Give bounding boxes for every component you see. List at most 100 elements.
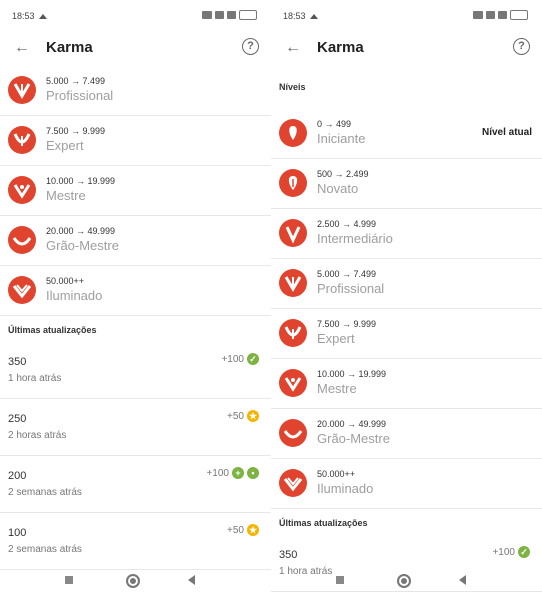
update-value: 250	[8, 413, 27, 425]
battery-icon	[510, 10, 528, 20]
level-icon	[279, 219, 307, 247]
bluetooth-icon	[473, 11, 483, 19]
current-level-label: Nível atual	[481, 127, 532, 138]
battery-icon	[239, 10, 257, 20]
level-item-grao-mestre[interactable]: 20.000 → 49.999 Grão-Mestre	[0, 216, 271, 266]
updates-section-title: Últimas atualizações	[8, 325, 97, 335]
star-badge-icon: ★	[247, 524, 259, 536]
status-time-text: 18:53	[283, 11, 306, 21]
upload-icon	[38, 14, 47, 20]
update-points-text: +50	[227, 524, 244, 536]
wifi-icon	[227, 11, 236, 19]
update-item: 250 2 horas atrás +50 ★	[0, 399, 271, 456]
level-name: Expert	[46, 138, 84, 153]
update-points: +100 + •	[206, 467, 259, 479]
level-name: Expert	[317, 331, 355, 346]
more-badge-icon: •	[247, 467, 259, 479]
status-time: 18:53	[12, 11, 47, 21]
level-item-iluminado[interactable]: 50.000++ Iluminado	[271, 459, 542, 509]
level-item-intermediario[interactable]: 2.500 → 4.999 Intermediário	[271, 209, 542, 259]
arrow-back-icon[interactable]: ←	[283, 38, 303, 58]
home-button[interactable]	[397, 574, 411, 588]
level-range: 10.000 → 19.999	[46, 176, 116, 186]
level-icon	[279, 419, 307, 447]
level-item-profissional[interactable]: 5.000 → 7.499 Profissional	[271, 259, 542, 309]
level-name: Iniciante	[317, 131, 366, 146]
nav-bar	[271, 572, 542, 596]
update-item: 100 2 semanas atrás +50 ★	[0, 513, 271, 570]
level-name: Iluminado	[46, 288, 103, 303]
page-title: Karma	[317, 39, 364, 56]
update-item: 200 2 semanas atrás +100 + •	[0, 456, 271, 513]
update-points: +50 ★	[227, 524, 259, 536]
level-icon	[279, 369, 307, 397]
level-icon	[279, 269, 307, 297]
update-time: 2 semanas atrás	[8, 487, 82, 498]
level-range: 7.500 → 9.999	[46, 126, 106, 136]
level-item-grao-mestre[interactable]: 20.000 → 49.999 Grão-Mestre	[271, 409, 542, 459]
level-icon	[8, 176, 36, 204]
level-item-iniciante[interactable]: 0 → 499 Iniciante Nível atual	[271, 109, 542, 159]
content: 5.000 → 7.499 Profissional 7.500 → 9.999…	[0, 66, 271, 596]
level-item-expert[interactable]: 7.500 → 9.999 Expert	[271, 309, 542, 359]
system-icons	[473, 10, 528, 20]
screen-left: 18:53 ← Karma ? 5.000 → 7.499 Profission…	[0, 0, 271, 596]
updates-section-title: Últimas atualizações	[279, 518, 368, 528]
level-name: Grão-Mestre	[46, 238, 119, 253]
update-points: +50 ★	[227, 410, 259, 422]
level-item-mestre[interactable]: 10.000 → 19.999 Mestre	[271, 359, 542, 409]
page-title: Karma	[46, 39, 93, 56]
update-points-text: +100	[206, 467, 229, 479]
update-points: +100 ✓	[492, 546, 530, 558]
level-item-mestre[interactable]: 10.000 → 19.999 Mestre	[0, 166, 271, 216]
plus-badge-icon: +	[232, 467, 244, 479]
check-badge-icon: ✓	[247, 353, 259, 365]
level-range: 5.000 → 7.499	[317, 269, 377, 279]
update-item: 350 1 hora atrás +100 ✓	[0, 342, 271, 399]
level-icon	[279, 319, 307, 347]
level-name: Iluminado	[317, 481, 374, 496]
update-time: 2 semanas atrás	[8, 544, 82, 555]
level-name: Profissional	[46, 88, 114, 103]
help-circle-icon[interactable]: ?	[513, 38, 530, 55]
upload-icon	[309, 14, 318, 20]
level-item-expert[interactable]: 7.500 → 9.999 Expert	[0, 116, 271, 166]
level-icon	[8, 76, 36, 104]
arrow-back-icon[interactable]: ←	[12, 38, 32, 58]
update-time: 1 hora atrás	[8, 373, 62, 384]
status-time-text: 18:53	[12, 11, 35, 21]
help-circle-icon[interactable]: ?	[242, 38, 259, 55]
content: Níveis 0 → 499 Iniciante Nível atual 500…	[271, 66, 542, 596]
level-icon	[279, 119, 307, 147]
status-bar: 18:53	[0, 0, 271, 30]
level-range: 7.500 → 9.999	[317, 319, 377, 329]
update-time: 2 horas atrás	[8, 430, 67, 441]
level-icon	[279, 169, 307, 197]
levels-list: 0 → 499 Iniciante Nível atual 500 → 2.49…	[271, 109, 542, 509]
home-button[interactable]	[126, 574, 140, 588]
level-name: Novato	[317, 181, 359, 196]
back-button[interactable]	[459, 575, 466, 585]
wifi-icon	[498, 11, 507, 19]
recent-apps-button[interactable]	[336, 576, 344, 584]
level-range: 2.500 → 4.999	[317, 219, 377, 229]
level-name: Profissional	[317, 281, 385, 296]
level-range: 500 → 2.499	[317, 169, 369, 179]
level-item-novato[interactable]: 500 → 2.499 Novato	[271, 159, 542, 209]
star-badge-icon: ★	[247, 410, 259, 422]
level-name: Mestre	[317, 381, 357, 396]
levels-section-title: Níveis	[279, 82, 306, 92]
level-icon	[279, 469, 307, 497]
update-points-text: +100	[221, 353, 244, 365]
app-bar: ← Karma ?	[0, 30, 271, 66]
app-bar: ← Karma ?	[271, 30, 542, 66]
level-item-profissional[interactable]: 5.000 → 7.499 Profissional	[0, 66, 271, 116]
level-range: 50.000++	[317, 469, 356, 479]
update-value: 350	[8, 356, 27, 368]
level-icon	[8, 226, 36, 254]
level-name: Grão-Mestre	[317, 431, 390, 446]
level-item-iluminado[interactable]: 50.000++ Iluminado	[0, 266, 271, 316]
level-range: 50.000++	[46, 276, 85, 286]
recent-apps-button[interactable]	[65, 576, 73, 584]
back-button[interactable]	[188, 575, 195, 585]
